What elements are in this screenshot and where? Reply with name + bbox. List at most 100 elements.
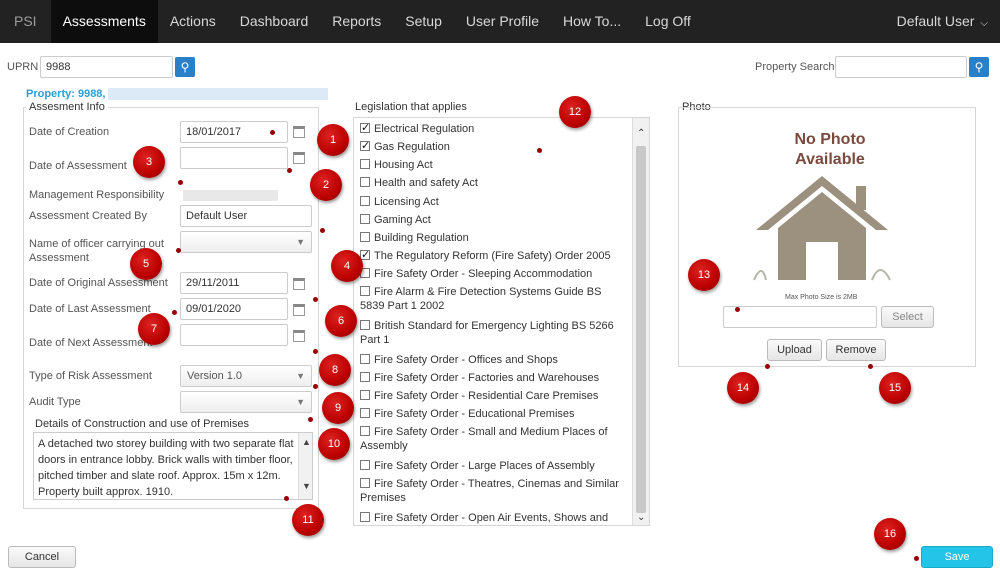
- created-by-input[interactable]: Default User: [180, 205, 312, 227]
- risk-type-select[interactable]: Version 1.0 ▼: [180, 365, 312, 387]
- callout-13: 13: [688, 259, 720, 291]
- legislation-label: Health and safety Act: [374, 177, 478, 189]
- calendar-icon[interactable]: [293, 126, 305, 138]
- legislation-label: Gas Regulation: [374, 141, 450, 153]
- legislation-checkbox[interactable]: [360, 159, 370, 169]
- legislation-checkbox[interactable]: [360, 408, 370, 418]
- last-assessment-label: Date of Last Assessment: [29, 303, 151, 315]
- date-of-creation-label: Date of Creation: [29, 126, 110, 138]
- callout-pointer: [176, 248, 181, 253]
- legislation-label: Housing Act: [374, 159, 433, 171]
- property-search-input[interactable]: [835, 56, 967, 78]
- legislation-checkbox[interactable]: [360, 512, 370, 522]
- legislation-item[interactable]: Gas Regulation: [360, 139, 620, 154]
- callout-pointer: [537, 148, 542, 153]
- legislation-checkbox[interactable]: [360, 390, 370, 400]
- nav-assessments[interactable]: Assessments: [50, 0, 158, 43]
- calendar-icon[interactable]: [293, 152, 305, 164]
- uprn-search-button[interactable]: ⚲: [175, 57, 195, 77]
- legislation-scroll-thumb[interactable]: [636, 146, 646, 513]
- nav-log-off[interactable]: Log Off: [633, 0, 703, 43]
- legislation-checkbox[interactable]: [360, 372, 370, 382]
- callout-9: 9: [322, 392, 354, 424]
- callout-5: 5: [130, 248, 162, 280]
- save-button[interactable]: Save: [921, 546, 993, 568]
- photo-file-input[interactable]: [723, 306, 877, 328]
- callout-7: 7: [138, 313, 170, 345]
- risk-type-label: Type of Risk Assessment: [29, 370, 152, 382]
- scroll-down-icon: ▼: [302, 481, 311, 491]
- chevron-down-icon: ▼: [296, 371, 305, 381]
- callout-pointer: [320, 228, 325, 233]
- legislation-checkbox[interactable]: [360, 460, 370, 470]
- legislation-item[interactable]: Fire Safety Order - Sleeping Accommodati…: [360, 267, 620, 281]
- details-scrollbar[interactable]: ▲ ▼: [298, 433, 312, 499]
- legislation-checkbox[interactable]: [360, 232, 370, 242]
- brand-logo[interactable]: PSI: [0, 0, 51, 43]
- legislation-checkbox[interactable]: [360, 426, 370, 436]
- nav-reports[interactable]: Reports: [320, 0, 393, 43]
- scroll-up-icon: ⌃: [637, 128, 646, 139]
- legislation-item[interactable]: Fire Safety Order - Factories and Wareho…: [360, 371, 620, 385]
- user-menu[interactable]: Default User ⌵: [897, 0, 988, 43]
- created-by-label: Assessment Created By: [29, 210, 147, 222]
- legislation-item[interactable]: British Standard for Emergency Lighting …: [360, 319, 620, 347]
- nav-actions[interactable]: Actions: [158, 0, 228, 43]
- legislation-checkbox[interactable]: [360, 478, 370, 488]
- legislation-item[interactable]: Fire Safety Order - Offices and Shops: [360, 353, 620, 367]
- legislation-item[interactable]: Gaming Act: [360, 213, 620, 227]
- cancel-button[interactable]: Cancel: [8, 546, 76, 568]
- legislation-item[interactable]: Licensing Act: [360, 195, 620, 209]
- legislation-checkbox[interactable]: [360, 121, 370, 135]
- details-textarea[interactable]: A detached two storey building with two …: [33, 432, 313, 500]
- nav-setup[interactable]: Setup: [393, 0, 454, 43]
- callout-15: 15: [879, 372, 911, 404]
- callout-4: 4: [331, 250, 363, 282]
- legislation-item[interactable]: Fire Safety Order - Residential Care Pre…: [360, 389, 620, 403]
- original-assessment-input[interactable]: 29/11/2011: [180, 272, 288, 294]
- callout-pointer: [868, 364, 873, 369]
- callout-pointer: [270, 130, 275, 135]
- property-search-button[interactable]: ⚲: [969, 57, 989, 77]
- next-assessment-label: Date of Next Assessment: [29, 337, 153, 349]
- calendar-icon[interactable]: [293, 304, 305, 316]
- nav-user-profile[interactable]: User Profile: [454, 0, 551, 43]
- legislation-label: Licensing Act: [374, 196, 439, 208]
- legislation-label: British Standard for Emergency Lighting …: [360, 320, 614, 346]
- legislation-checkbox[interactable]: [360, 320, 370, 330]
- remove-button[interactable]: Remove: [826, 339, 886, 361]
- legislation-item[interactable]: Fire Alarm & Fire Detection Systems Guid…: [360, 285, 620, 313]
- upload-button[interactable]: Upload: [767, 339, 822, 361]
- calendar-icon[interactable]: [293, 278, 305, 290]
- legislation-label: Fire Safety Order - Open Air Events, Sho…: [374, 512, 609, 524]
- legislation-item[interactable]: Fire Safety Order - Large Places of Asse…: [360, 459, 620, 473]
- nav-how-to[interactable]: How To...: [551, 0, 633, 43]
- calendar-icon[interactable]: [293, 330, 305, 342]
- legislation-checkbox[interactable]: [360, 177, 370, 187]
- legislation-item[interactable]: The Regulatory Reform (Fire Safety) Orde…: [360, 248, 620, 263]
- no-photo-line2: Available: [795, 151, 865, 168]
- nav-dashboard[interactable]: Dashboard: [228, 0, 321, 43]
- legislation-label: Gaming Act: [374, 214, 431, 226]
- legislation-checkbox[interactable]: [360, 286, 370, 296]
- legislation-item[interactable]: Health and safety Act: [360, 176, 620, 190]
- last-assessment-input[interactable]: 09/01/2020: [180, 298, 288, 320]
- legislation-item[interactable]: Fire Safety Order - Open Air Events, Sho…: [360, 511, 620, 525]
- uprn-input[interactable]: 9988: [40, 56, 173, 78]
- legislation-item[interactable]: Housing Act: [360, 158, 620, 172]
- next-assessment-input[interactable]: [180, 324, 288, 346]
- legislation-checkbox[interactable]: [360, 354, 370, 364]
- audit-type-select[interactable]: ▼: [180, 391, 312, 413]
- legislation-item[interactable]: Fire Safety Order - Theatres, Cinemas an…: [360, 477, 620, 505]
- date-of-assessment-input[interactable]: [180, 147, 288, 169]
- select-button[interactable]: Select: [881, 306, 934, 328]
- legislation-scrollbar[interactable]: ⌃ ⌄: [632, 118, 649, 525]
- max-photo-size-text: Max Photo Size is 2MB: [785, 294, 858, 301]
- legislation-item[interactable]: Building Regulation: [360, 231, 620, 245]
- legislation-checkbox[interactable]: [360, 139, 370, 153]
- officer-select[interactable]: ▼: [180, 231, 312, 253]
- legislation-item[interactable]: Fire Safety Order - Small and Medium Pla…: [360, 425, 620, 453]
- legislation-item[interactable]: Fire Safety Order - Educational Premises: [360, 407, 620, 421]
- legislation-checkbox[interactable]: [360, 196, 370, 206]
- legislation-checkbox[interactable]: [360, 214, 370, 224]
